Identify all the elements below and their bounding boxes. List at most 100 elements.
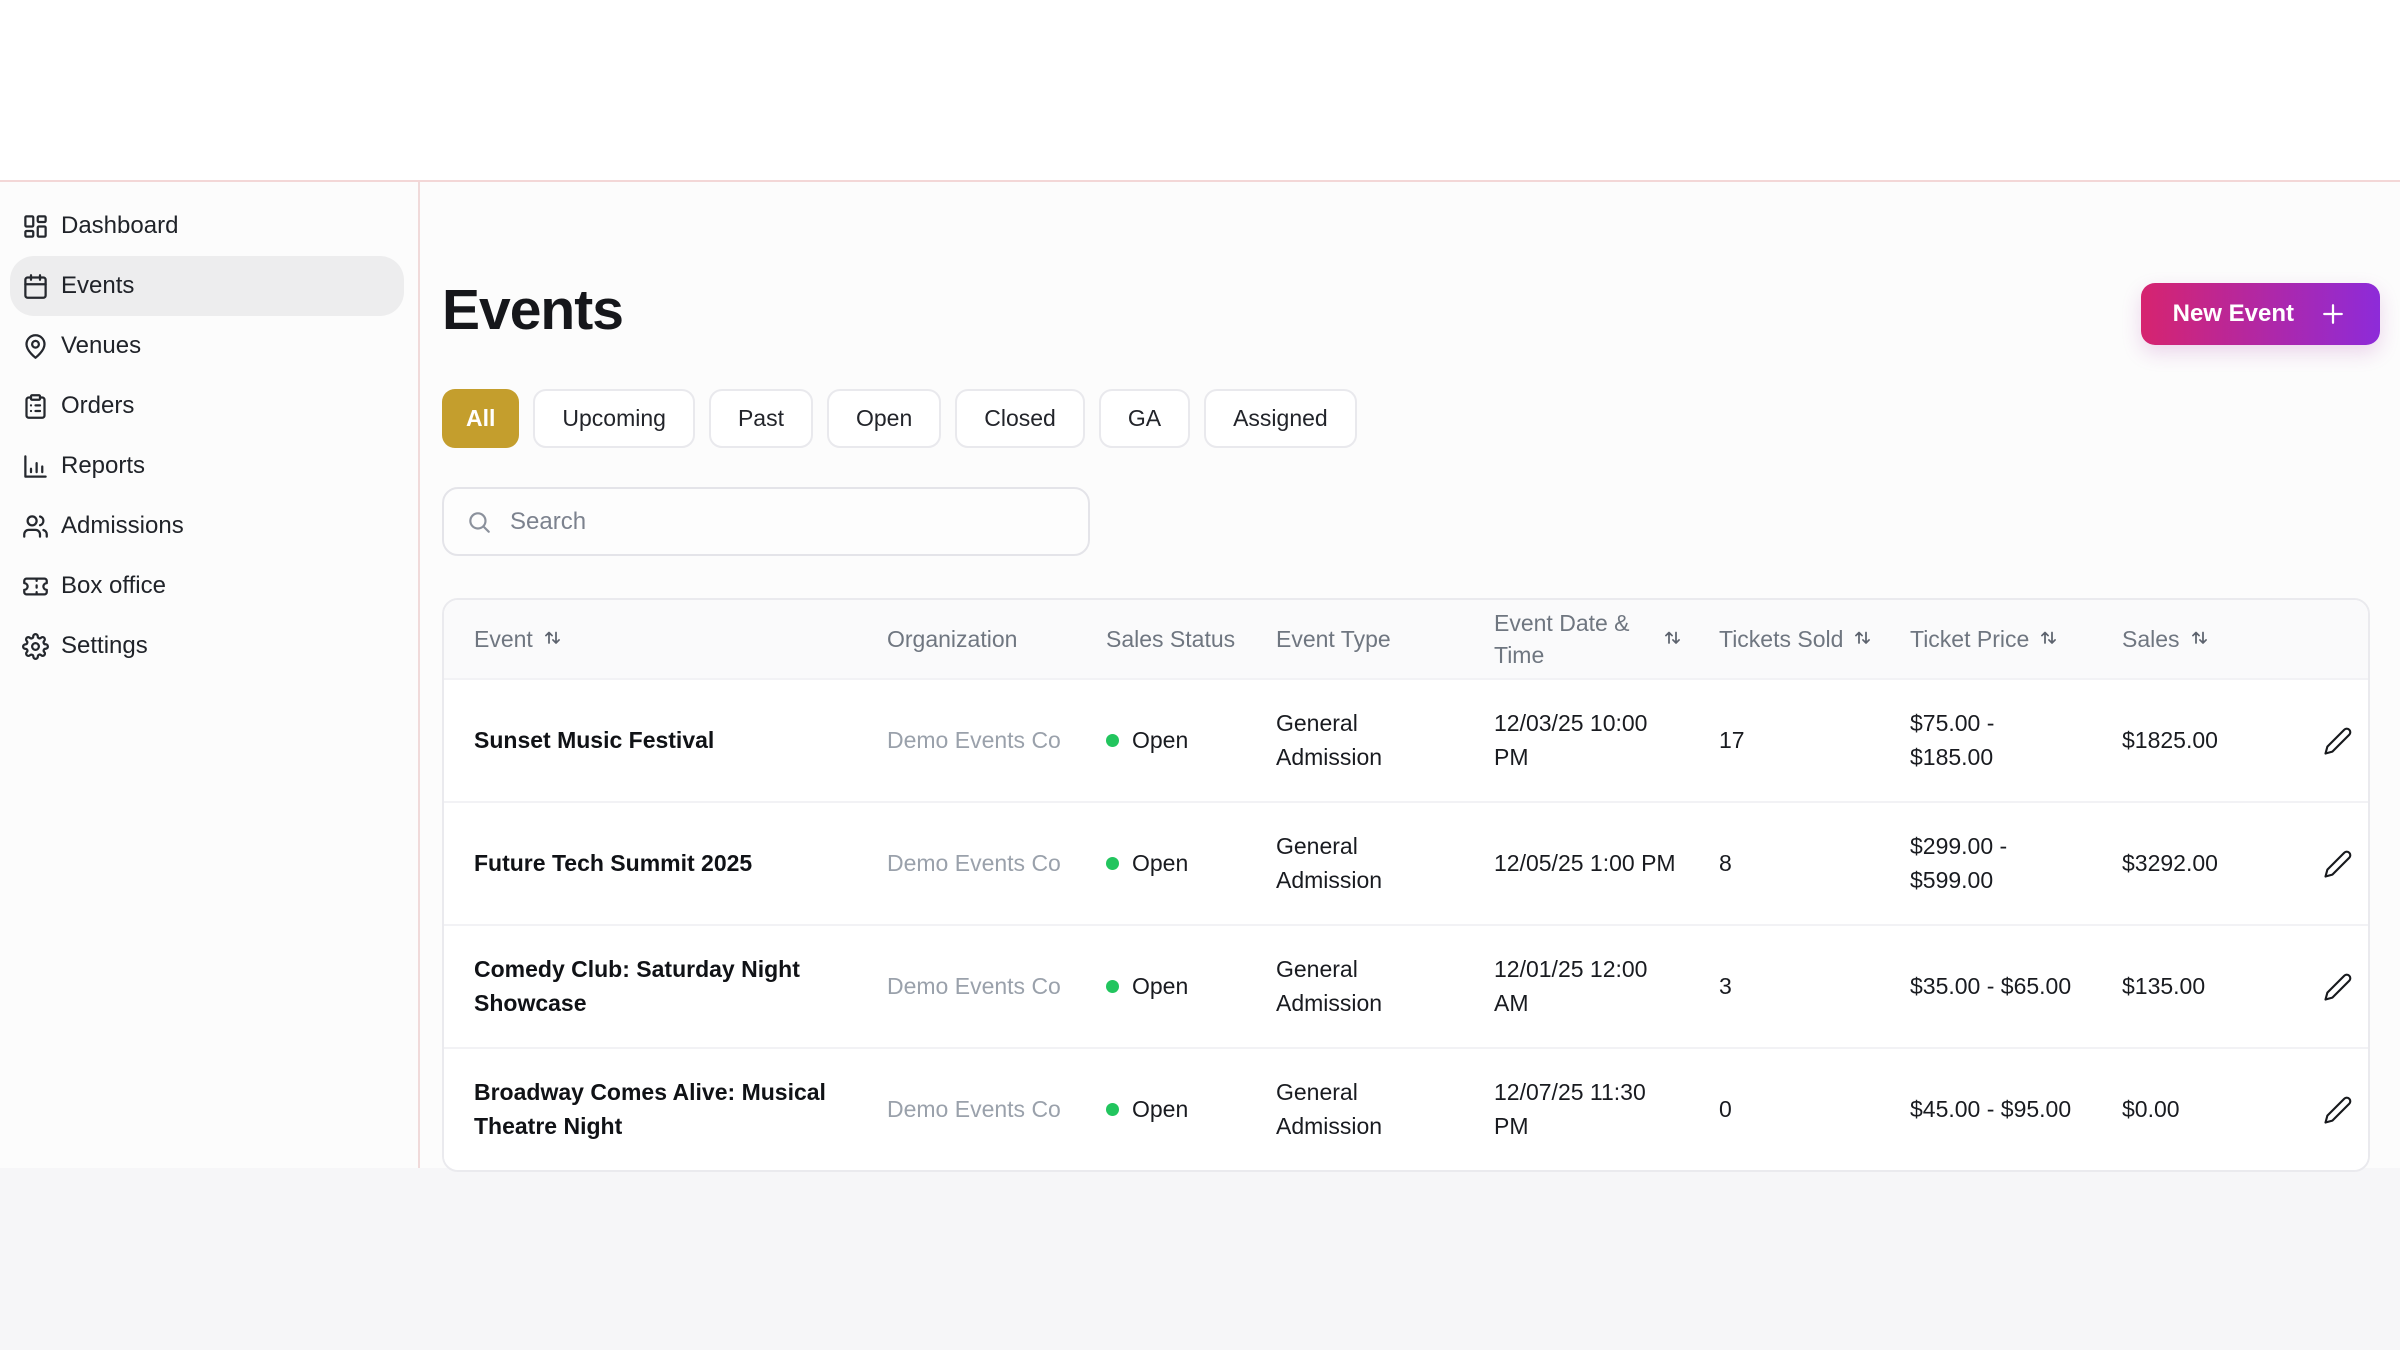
edit-event-button[interactable] <box>2319 722 2357 760</box>
sidebar-item-admissions[interactable]: Admissions <box>10 496 404 556</box>
row-actions-cell <box>2308 1091 2368 1129</box>
organization-cell: Demo Events Co <box>887 726 1061 753</box>
column-header-event-date-time[interactable]: Event Date & Time <box>1494 607 1719 671</box>
filter-chips: All Upcoming Past Open Closed GA Assigned <box>442 389 1357 448</box>
sales-status-cell: Open <box>1106 1093 1276 1126</box>
column-header-label: Tickets Sold <box>1719 625 1844 652</box>
sales-status-cell: Open <box>1106 724 1276 757</box>
sort-icon <box>1662 629 1683 650</box>
column-header-event[interactable]: Event <box>474 623 887 655</box>
column-header-sales-status: Sales Status <box>1106 623 1276 655</box>
edit-event-button[interactable] <box>2319 845 2357 883</box>
sales-status-cell: Open <box>1106 847 1276 880</box>
sidebar-item-dashboard[interactable]: Dashboard <box>10 196 404 256</box>
sales-cell: $3292.00 <box>2122 849 2218 876</box>
event-name-cell: Comedy Club: Saturday Night Showcase <box>474 956 800 1016</box>
sales-cell: $0.00 <box>2122 1095 2180 1122</box>
top-spacer <box>0 0 2400 182</box>
users-icon <box>22 513 49 540</box>
filter-chip-past[interactable]: Past <box>708 389 813 448</box>
column-header-label: Event Date & Time <box>1494 609 1630 668</box>
filter-chip-closed[interactable]: Closed <box>955 389 1085 448</box>
ticket-price-cell: $299.00 - $599.00 <box>1910 833 2008 893</box>
column-header-label: Ticket Price <box>1910 625 2030 652</box>
page-title: Events <box>442 278 624 342</box>
sidebar-item-label: Settings <box>61 632 148 659</box>
new-event-label: New Event <box>2172 300 2294 327</box>
filter-chip-assigned[interactable]: Assigned <box>1204 389 1357 448</box>
tickets-sold-cell: 0 <box>1719 1095 1732 1122</box>
tickets-sold-cell: 17 <box>1719 726 1745 753</box>
map-pin-icon <box>22 333 49 360</box>
ticket-price-cell: $45.00 - $95.00 <box>1910 1095 2072 1122</box>
column-header-ticket-price[interactable]: Ticket Price <box>1910 623 2122 655</box>
layout-dashboard-icon <box>22 213 49 240</box>
table-row[interactable]: Future Tech Summit 2025 Demo Events Co Ope… <box>444 801 2368 924</box>
search-box <box>442 487 1090 556</box>
table-row[interactable]: Comedy Club: Saturday Night Showcase Demo… <box>444 924 2368 1047</box>
sidebar-item-orders[interactable]: Orders <box>10 376 404 436</box>
sidebar-item-venues[interactable]: Venues <box>10 316 404 376</box>
sidebar-item-label: Venues <box>61 332 142 359</box>
tickets-sold-cell: 8 <box>1719 849 1732 876</box>
search-input[interactable] <box>508 506 1066 537</box>
event-type-cell: General Admission <box>1276 956 1383 1016</box>
sidebar-item-events[interactable]: Events <box>10 256 404 316</box>
edit-event-button[interactable] <box>2319 968 2357 1006</box>
status-label: Open <box>1132 726 1189 753</box>
sidebar-nav: Dashboard Events Venues Orders Reports Admiss… <box>0 196 418 676</box>
filter-chip-open[interactable]: Open <box>826 389 942 448</box>
column-header-label: Event <box>474 625 533 652</box>
column-header-sales[interactable]: Sales <box>2122 623 2308 655</box>
column-header-label: Event Type <box>1276 625 1391 652</box>
table-body: Sunset Music Festival Demo Events Co Open G… <box>444 678 2368 1170</box>
search-icon <box>466 509 492 535</box>
event-type-cell: General Admission <box>1276 1079 1383 1139</box>
event-datetime-cell: 12/07/25 11:30 PM <box>1494 1079 1646 1139</box>
table-row[interactable]: Broadway Comes Alive: Musical Theatre Ni… <box>444 1047 2368 1170</box>
event-datetime-cell: 12/03/25 10:00 PM <box>1494 710 1648 770</box>
status-open-dot <box>1106 734 1119 747</box>
filter-chip-ga[interactable]: GA <box>1098 389 1191 448</box>
clipboard-list-icon <box>22 393 49 420</box>
sort-icon <box>2189 629 2210 650</box>
filter-chip-all[interactable]: All <box>442 389 520 448</box>
gear-icon <box>22 632 49 660</box>
table-row[interactable]: Sunset Music Festival Demo Events Co Open G… <box>444 678 2368 801</box>
sidebar-item-reports[interactable]: Reports <box>10 436 404 496</box>
sort-icon <box>542 629 563 650</box>
sidebar-item-label: Reports <box>61 452 146 479</box>
organization-cell: Demo Events Co <box>887 972 1061 999</box>
status-label: Open <box>1132 972 1189 999</box>
sidebar-item-box-office[interactable]: Box office <box>10 556 404 616</box>
column-header-tickets-sold[interactable]: Tickets Sold <box>1719 623 1910 655</box>
plus-icon <box>2318 299 2348 329</box>
bar-chart-icon <box>22 453 49 480</box>
ticket-price-cell: $35.00 - $65.00 <box>1910 972 2072 999</box>
ticket-icon <box>22 573 49 600</box>
filter-chip-upcoming[interactable]: Upcoming <box>533 389 695 448</box>
ticket-price-cell: $75.00 - $185.00 <box>1910 710 1995 770</box>
column-header-label: Sales Status <box>1106 625 1236 652</box>
event-name-cell: Future Tech Summit 2025 <box>474 849 753 876</box>
tickets-sold-cell: 3 <box>1719 972 1732 999</box>
sales-status-cell: Open <box>1106 970 1276 1003</box>
sidebar-item-settings[interactable]: Settings <box>10 616 404 676</box>
event-datetime-cell: 12/01/25 12:00 AM <box>1494 956 1648 1016</box>
table-header: Event Organization Sales Status Event Type E… <box>444 600 2368 678</box>
sidebar-item-label: Dashboard <box>61 212 179 239</box>
sidebar-item-label: Events <box>61 272 135 299</box>
sidebar-item-label: Box office <box>61 572 166 599</box>
status-open-dot <box>1106 980 1119 993</box>
events-table: Event Organization Sales Status Event Type E… <box>442 598 2370 1172</box>
status-label: Open <box>1132 1095 1189 1122</box>
sort-icon <box>1852 629 1873 650</box>
status-open-dot <box>1106 1103 1119 1116</box>
organization-cell: Demo Events Co <box>887 1095 1061 1122</box>
sort-icon <box>2038 629 2059 650</box>
column-header-label: Organization <box>887 625 1018 652</box>
sales-cell: $135.00 <box>2122 972 2206 999</box>
new-event-button[interactable]: New Event <box>2140 283 2380 345</box>
edit-event-button[interactable] <box>2319 1091 2357 1129</box>
row-actions-cell <box>2308 845 2368 883</box>
